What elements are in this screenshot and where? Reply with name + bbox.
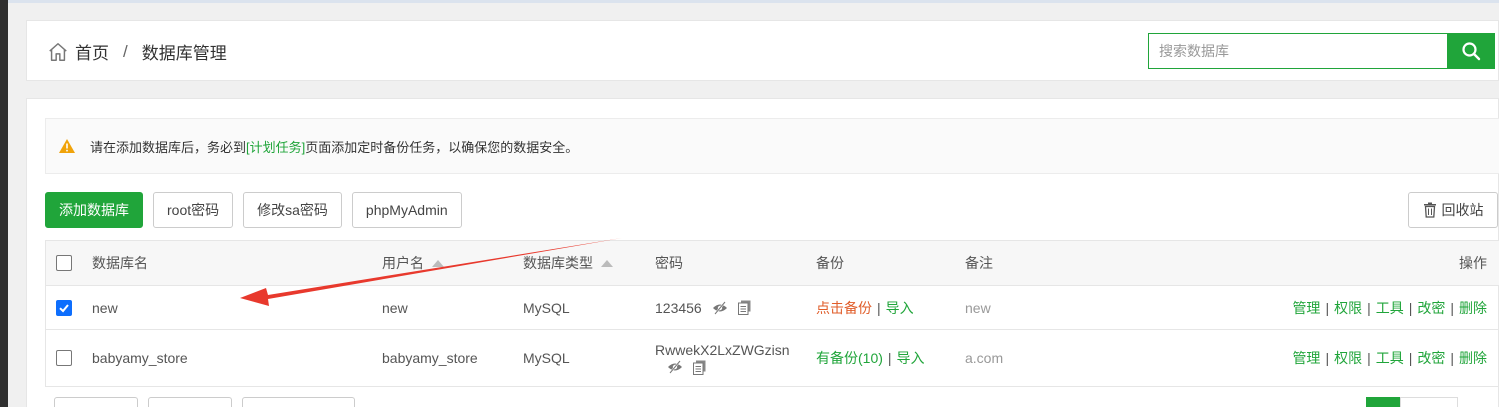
select-all-checkbox[interactable] bbox=[56, 255, 72, 271]
separator: | bbox=[1367, 299, 1371, 316]
separator: | bbox=[1325, 350, 1330, 366]
db-password-cell: 123456 bbox=[655, 286, 751, 329]
separator: | bbox=[1408, 299, 1413, 316]
db-name: new bbox=[92, 299, 118, 316]
row-actions: 管理 | 权限 | 工具 | 改密 | 删除 bbox=[1292, 330, 1487, 386]
db-password: RwwekX2LxZWGzisn bbox=[655, 341, 790, 358]
separator: | bbox=[1367, 350, 1371, 366]
notice-suffix: 页面添加定时备份任务，以确保您的数据安全。 bbox=[305, 139, 579, 155]
table-row: new new MySQL 123456 点击备份 | 导入 new 管理 | … bbox=[46, 285, 1499, 329]
backup-notice: 请在添加数据库后，务必到 [计划任务] 页面添加定时备份任务，以确保您的数据安全… bbox=[45, 118, 1499, 174]
row-actions: 管理 | 权限 | 工具 | 改密 | 删除 bbox=[1292, 286, 1487, 329]
checkmark-icon bbox=[59, 303, 69, 312]
action-change-password-link[interactable]: 改密 bbox=[1417, 298, 1445, 318]
action-tools-link[interactable]: 工具 bbox=[1376, 298, 1404, 318]
bottom-button-partial[interactable] bbox=[54, 397, 138, 407]
action-permission-link[interactable]: 权限 bbox=[1334, 348, 1362, 368]
bottom-button-partial[interactable] bbox=[148, 397, 232, 407]
recycle-bin-button[interactable]: 回收站 bbox=[1408, 192, 1498, 228]
separator: | bbox=[877, 299, 881, 316]
backup-list-link[interactable]: 有备份(10) bbox=[816, 348, 883, 368]
eye-hidden-icon[interactable] bbox=[667, 359, 683, 375]
separator: | bbox=[1450, 299, 1454, 316]
notice-prefix: 请在添加数据库后，务必到 bbox=[90, 139, 247, 155]
action-manage-link[interactable]: 管理 bbox=[1292, 298, 1320, 318]
column-header-name[interactable]: 数据库名 bbox=[92, 241, 148, 285]
db-note[interactable]: new bbox=[965, 286, 991, 329]
action-delete-link[interactable]: 删除 bbox=[1459, 348, 1487, 368]
backup-link[interactable]: 点击备份 bbox=[816, 298, 872, 318]
separator: | bbox=[887, 350, 892, 366]
column-header-user[interactable]: 用户名 bbox=[382, 241, 444, 285]
main-card: 请在添加数据库后，务必到 [计划任务] 页面添加定时备份任务，以确保您的数据安全… bbox=[26, 98, 1499, 407]
breadcrumb-home[interactable]: 首页 bbox=[75, 39, 109, 64]
breadcrumb-separator: / bbox=[123, 41, 128, 61]
search-button[interactable] bbox=[1447, 33, 1495, 69]
column-header-type[interactable]: 数据库类型 bbox=[523, 241, 613, 285]
table-header: 数据库名 用户名 数据库类型 密码 备份 备注 操作 bbox=[46, 241, 1499, 285]
db-type: MySQL bbox=[523, 299, 570, 316]
db-user: new bbox=[382, 299, 408, 316]
db-backup-cell: 有备份(10) | 导入 bbox=[816, 330, 925, 386]
action-manage-link[interactable]: 管理 bbox=[1292, 348, 1320, 368]
breadcrumb: 首页 / 数据库管理 bbox=[47, 39, 227, 64]
db-password: 123456 bbox=[655, 299, 702, 316]
phpmyadmin-button[interactable]: phpMyAdmin bbox=[351, 192, 462, 228]
eye-hidden-icon[interactable] bbox=[712, 300, 728, 315]
action-tools-link[interactable]: 工具 bbox=[1376, 348, 1404, 368]
sort-arrow-icon bbox=[601, 259, 613, 267]
breadcrumb-current: 数据库管理 bbox=[141, 44, 227, 63]
column-header-note: 备注 bbox=[965, 255, 993, 271]
table-row: babyamy_store babyamy_store MySQL RwwekX… bbox=[46, 329, 1499, 386]
trash-icon bbox=[1423, 202, 1436, 218]
db-password-cell: RwwekX2LxZWGzisn bbox=[655, 330, 790, 386]
top-border bbox=[0, 0, 1499, 3]
pagination-current-partial[interactable] bbox=[1366, 397, 1400, 407]
root-password-button[interactable]: root密码 bbox=[153, 192, 234, 228]
change-sa-password-button[interactable]: 修改sa密码 bbox=[243, 192, 342, 228]
recycle-bin-label: 回收站 bbox=[1441, 202, 1484, 218]
db-user: babyamy_store bbox=[382, 350, 478, 366]
db-backup-cell: 点击备份 | 导入 bbox=[816, 286, 914, 329]
column-header-backup: 备份 bbox=[816, 255, 844, 271]
action-delete-link[interactable]: 删除 bbox=[1459, 298, 1487, 318]
db-type: MySQL bbox=[523, 350, 570, 366]
separator: | bbox=[1408, 350, 1413, 366]
header-card: 首页 / 数据库管理 bbox=[26, 20, 1499, 81]
db-name: babyamy_store bbox=[92, 350, 188, 366]
column-header-password: 密码 bbox=[655, 255, 683, 271]
import-link[interactable]: 导入 bbox=[886, 298, 914, 318]
column-header-type-label: 数据库类型 bbox=[523, 255, 593, 271]
database-table: 数据库名 用户名 数据库类型 密码 备份 备注 操作 new new MySQL… bbox=[45, 240, 1499, 387]
toolbar: 添加数据库 root密码 修改sa密码 phpMyAdmin bbox=[45, 192, 472, 228]
column-header-ops: 操作 bbox=[1459, 255, 1487, 271]
separator: | bbox=[1450, 350, 1454, 366]
row-checkbox[interactable] bbox=[56, 299, 72, 316]
separator: | bbox=[1325, 299, 1330, 316]
bottom-button-partial[interactable] bbox=[242, 397, 355, 407]
action-change-password-link[interactable]: 改密 bbox=[1417, 348, 1445, 368]
row-checkbox[interactable] bbox=[56, 350, 72, 366]
column-header-user-label: 用户名 bbox=[382, 255, 424, 271]
pagination-next-partial[interactable] bbox=[1400, 397, 1458, 407]
cron-task-link[interactable]: [计划任务] bbox=[246, 137, 305, 156]
sort-arrow-icon bbox=[432, 259, 444, 267]
search-input[interactable] bbox=[1149, 34, 1447, 68]
warning-icon bbox=[59, 139, 75, 153]
search-box bbox=[1148, 33, 1448, 69]
copy-icon[interactable] bbox=[737, 300, 751, 315]
left-sidebar-edge bbox=[0, 0, 8, 407]
copy-icon[interactable] bbox=[693, 360, 706, 375]
action-permission-link[interactable]: 权限 bbox=[1334, 298, 1362, 318]
search-icon bbox=[1462, 42, 1481, 61]
add-database-button[interactable]: 添加数据库 bbox=[45, 192, 143, 228]
home-icon[interactable] bbox=[47, 41, 69, 63]
db-note[interactable]: a.com bbox=[965, 330, 1003, 386]
import-link[interactable]: 导入 bbox=[897, 348, 925, 368]
